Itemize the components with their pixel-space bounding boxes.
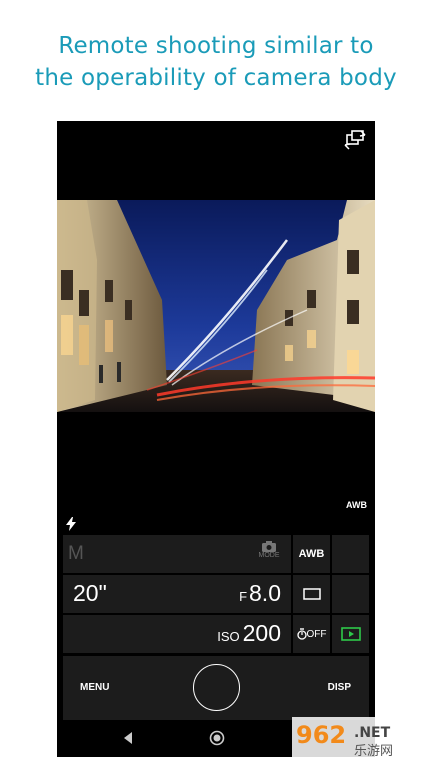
camera-mode-icon — [262, 541, 276, 552]
site-watermark: 962 .NET 乐游网 — [292, 717, 426, 761]
empty-slot-1 — [332, 535, 369, 573]
disp-button[interactable]: DISP — [328, 682, 351, 693]
awb-indicator: AWB — [346, 500, 367, 510]
mode-label: MODE — [258, 552, 280, 559]
watermark-962: 962 — [296, 721, 346, 749]
camera-swap-icon[interactable] — [343, 129, 367, 151]
mode-row: M MODE — [63, 535, 291, 573]
single-drive-icon — [302, 588, 321, 600]
aperture-number: 8.0 — [249, 580, 281, 606]
menu-button[interactable]: MENU — [80, 682, 109, 693]
headline-line-2: the operability of camera body — [35, 65, 397, 91]
iso-number: 200 — [242, 620, 281, 646]
nav-home-icon[interactable] — [209, 730, 225, 746]
iso-prefix: ISO — [217, 629, 240, 644]
exposure-mode: M — [68, 543, 84, 564]
white-balance-button[interactable]: AWB — [293, 535, 330, 573]
headline: Remote shooting similar to the operabili… — [0, 30, 432, 94]
headline-line-1: Remote shooting similar to — [58, 33, 374, 59]
iso-value[interactable]: ISO 200 — [217, 620, 281, 647]
bottom-control-bar: MENU DISP — [63, 656, 369, 720]
settings-panel: M MODE 20" F8.0 ISO 200 AWB OFF — [63, 535, 369, 653]
drive-mode-button[interactable] — [293, 575, 330, 613]
shutter-button[interactable] — [193, 664, 240, 711]
mode-button[interactable]: MODE — [253, 541, 285, 567]
empty-slot-2 — [332, 575, 369, 613]
playback-icon — [340, 627, 361, 641]
live-view-image[interactable] — [57, 200, 375, 412]
watermark-cn: 乐游网 — [354, 744, 393, 759]
aperture-prefix: F — [239, 589, 248, 604]
self-timer-button[interactable]: OFF — [293, 615, 330, 653]
exposure-row: 20" F8.0 — [63, 575, 291, 613]
iso-row: ISO 200 — [63, 615, 291, 653]
self-timer-label: OFF — [306, 628, 327, 640]
nav-back-icon[interactable] — [123, 731, 133, 745]
playback-button[interactable] — [332, 615, 369, 653]
phone-screen: AWB M MODE 20" F8.0 ISO 200 AWB OFF MENU… — [57, 121, 375, 757]
self-timer-icon — [296, 628, 307, 640]
flash-icon — [66, 517, 76, 531]
aperture-value[interactable]: F8.0 — [239, 580, 281, 607]
watermark-net: .NET — [354, 725, 391, 741]
shutter-speed-value[interactable]: 20" — [73, 580, 107, 607]
